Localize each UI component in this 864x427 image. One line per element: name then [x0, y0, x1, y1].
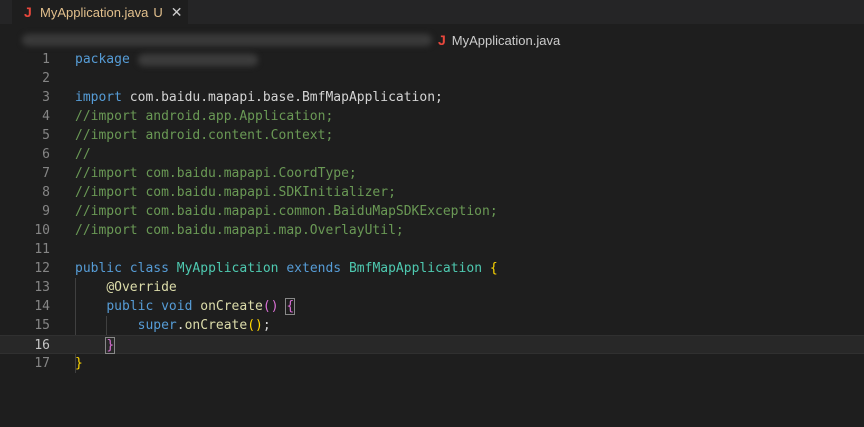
line-number: 11 — [34, 242, 50, 257]
tab-bar: J MyApplication.java U ✕ — [0, 0, 864, 24]
tab-myapplication[interactable]: J MyApplication.java U ✕ — [12, 0, 188, 24]
line-number: 4 — [42, 109, 50, 124]
line-number: 13 — [34, 280, 50, 295]
line-number: 10 — [34, 223, 50, 238]
line-number: 14 — [34, 299, 50, 314]
code-line[interactable]: 11 — [0, 240, 864, 259]
code-token: () — [247, 318, 263, 333]
code-text: //import android.app.Application; — [75, 107, 333, 126]
tab-label: MyApplication.java — [40, 4, 149, 20]
code-text: //import android.content.Context; — [75, 126, 333, 145]
java-file-icon: J — [438, 32, 446, 48]
code-line[interactable]: 10 //import com.baidu.mapapi.map.OverlayU… — [0, 221, 864, 240]
code-line[interactable]: 9 //import com.baidu.mapapi.common.BaiduM… — [0, 202, 864, 221]
line-number: 2 — [42, 71, 50, 86]
code-token: class — [129, 261, 169, 276]
java-file-icon: J — [24, 4, 32, 20]
line-number: 5 — [42, 128, 50, 143]
code-token: //import com.baidu.mapapi.SDKInitializer… — [75, 185, 396, 200]
code-text: //import com.baidu.mapapi.SDKInitializer… — [75, 183, 396, 202]
code-token: BmfMapApplication — [348, 261, 483, 276]
code-text: package — [75, 50, 258, 69]
code-line[interactable]: 13 @Override — [0, 278, 864, 297]
code-token: //import android.content.Context; — [75, 128, 334, 143]
code-token: void — [161, 299, 193, 314]
close-icon[interactable]: ✕ — [171, 4, 183, 21]
code-line[interactable]: 15 super.onCreate(); — [0, 316, 864, 335]
code-text: // — [75, 145, 91, 164]
breadcrumb-file[interactable]: J MyApplication.java — [438, 31, 560, 49]
code-token: // — [75, 147, 91, 162]
line-number: 1 — [42, 52, 50, 67]
code-token: extends — [286, 261, 342, 276]
code-token: () — [262, 299, 279, 314]
code-line[interactable]: 14 public void onCreate() { — [0, 297, 864, 316]
code-line[interactable]: 17} — [0, 354, 864, 373]
line-number: 3 — [42, 90, 50, 105]
code-token: } — [105, 337, 116, 354]
code-line[interactable]: 8 //import com.baidu.mapapi.SDKInitialize… — [0, 183, 864, 202]
code-token: super — [137, 318, 177, 333]
code-text: //import com.baidu.mapapi.CoordType; — [75, 164, 357, 183]
code-text: super.onCreate(); — [75, 316, 271, 335]
code-text: } — [75, 354, 83, 373]
code-text: //import com.baidu.mapapi.common.BaiduMa… — [75, 202, 498, 221]
redacted-path — [22, 34, 432, 46]
line-number: 6 — [42, 147, 50, 162]
code-line[interactable]: 5 //import android.content.Context; — [0, 126, 864, 145]
code-token: //import android.app.Application; — [75, 109, 334, 124]
line-number: 7 — [42, 166, 50, 181]
code-token: } — [75, 356, 83, 371]
code-text: public class MyApplication extends BmfMa… — [75, 259, 498, 278]
code-token: { — [285, 298, 296, 315]
code-token: package — [75, 52, 130, 67]
code-token: . — [176, 318, 185, 333]
line-number: 16 — [34, 338, 50, 353]
code-line[interactable]: 7 //import com.baidu.mapapi.CoordType; — [0, 164, 864, 183]
line-number: 15 — [34, 318, 50, 333]
code-line[interactable]: 6 // — [0, 145, 864, 164]
line-number: 9 — [42, 204, 50, 219]
code-token: com.baidu.mapapi.base.BmfMapApplication; — [121, 90, 443, 105]
code-text: } — [75, 336, 116, 355]
code-line[interactable]: 1 package — [0, 50, 864, 69]
breadcrumb-file-label: MyApplication.java — [451, 32, 561, 48]
code-token: { — [489, 261, 498, 276]
code-token: //import com.baidu.mapapi.CoordType; — [75, 166, 357, 181]
code-token: @Override — [106, 280, 177, 295]
code-line[interactable]: 16 } — [0, 335, 864, 354]
code-token: import — [75, 90, 122, 105]
code-line[interactable]: 12 public class MyApplication extends Bmf… — [0, 259, 864, 278]
code-token: public — [106, 299, 154, 314]
code-token: public — [75, 261, 122, 276]
code-token: //import com.baidu.mapapi.map.OverlayUti… — [75, 223, 404, 238]
redacted-package-name — [137, 53, 258, 66]
line-number: 17 — [34, 356, 50, 371]
code-line[interactable]: 4 //import android.app.Application; — [0, 107, 864, 126]
line-number: 8 — [42, 185, 50, 200]
code-text: //import com.baidu.mapapi.map.OverlayUti… — [75, 221, 404, 240]
code-token: onCreate — [184, 318, 248, 333]
code-token: MyApplication — [176, 261, 279, 276]
code-text: @Override — [75, 278, 177, 297]
code-line[interactable]: 2 — [0, 69, 864, 88]
code-token: onCreate — [200, 299, 263, 314]
code-text: import com.baidu.mapapi.base.BmfMapAppli… — [75, 88, 443, 107]
code-line[interactable]: 3 import com.baidu.mapapi.base.BmfMapAppl… — [0, 88, 864, 107]
code-text: public void onCreate() { — [75, 297, 296, 316]
code-editor[interactable]: 1 package 2 3 import com.baidu.mapapi.base.B… — [0, 50, 864, 427]
code-token: ; — [262, 318, 271, 333]
untracked-badge: U — [153, 4, 163, 20]
line-number: 12 — [34, 261, 50, 276]
code-token: //import com.baidu.mapapi.common.BaiduMa… — [75, 204, 498, 219]
